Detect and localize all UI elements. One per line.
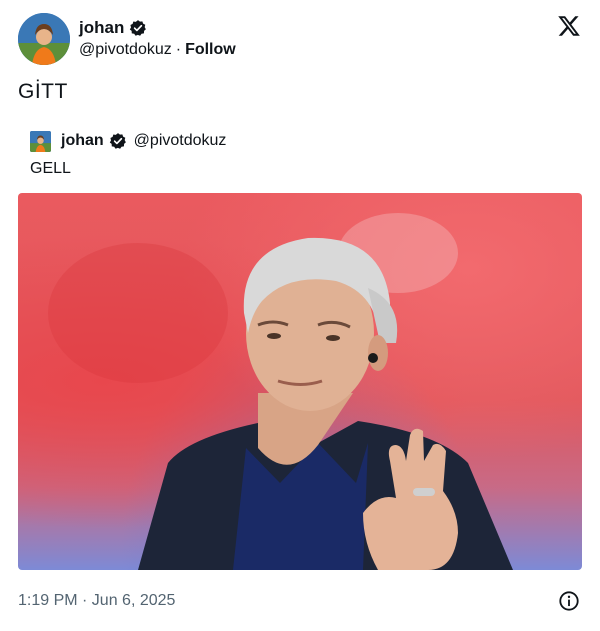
author-name-row: johan — [79, 18, 147, 38]
author-handle-row: @pivotdokuz · Follow — [79, 41, 236, 59]
x-logo-icon[interactable] — [557, 14, 581, 38]
info-icon[interactable] — [558, 590, 580, 612]
author-handle[interactable]: @pivotdokuz — [79, 41, 172, 59]
quoted-tweet-text: GELL — [30, 160, 71, 177]
author-display-name[interactable]: johan — [79, 18, 124, 38]
tweet-media-photo[interactable] — [18, 193, 582, 570]
quoted-handle[interactable]: @pivotdokuz — [134, 132, 227, 150]
follow-button[interactable]: Follow — [185, 41, 236, 59]
tweet-timestamp[interactable]: 1:19 PM · Jun 6, 2025 — [18, 592, 175, 610]
separator-dot: · — [175, 41, 182, 58]
photo-man-waving — [48, 213, 513, 570]
verified-badge-icon — [109, 133, 126, 149]
avatar-illustration — [18, 13, 70, 65]
quoted-author-avatar[interactable] — [30, 131, 51, 152]
quoted-author-row: johan @pivotdokuz — [61, 132, 226, 150]
quoted-avatar-illustration — [30, 131, 51, 152]
tweet-text: GİTT — [18, 80, 68, 103]
quoted-display-name[interactable]: johan — [61, 132, 104, 150]
author-avatar[interactable] — [18, 13, 70, 65]
verified-badge-icon — [130, 20, 147, 36]
